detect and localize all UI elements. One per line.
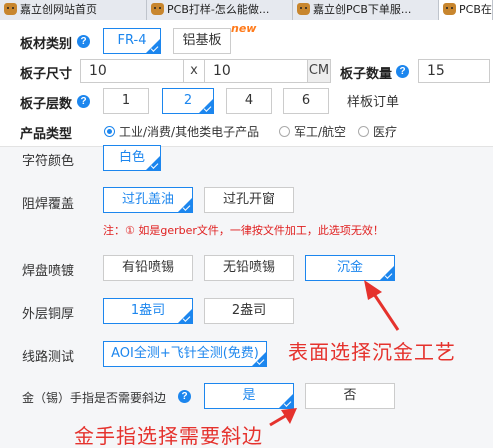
arrow-icon: [269, 408, 297, 427]
annotation-surface-hint: 表面选择沉金工艺: [288, 340, 456, 364]
annotation-arrows: [269, 280, 400, 427]
arrow-icon: [364, 280, 400, 331]
annotation-bevel-hint: 金手指选择需要斜边: [74, 424, 263, 448]
